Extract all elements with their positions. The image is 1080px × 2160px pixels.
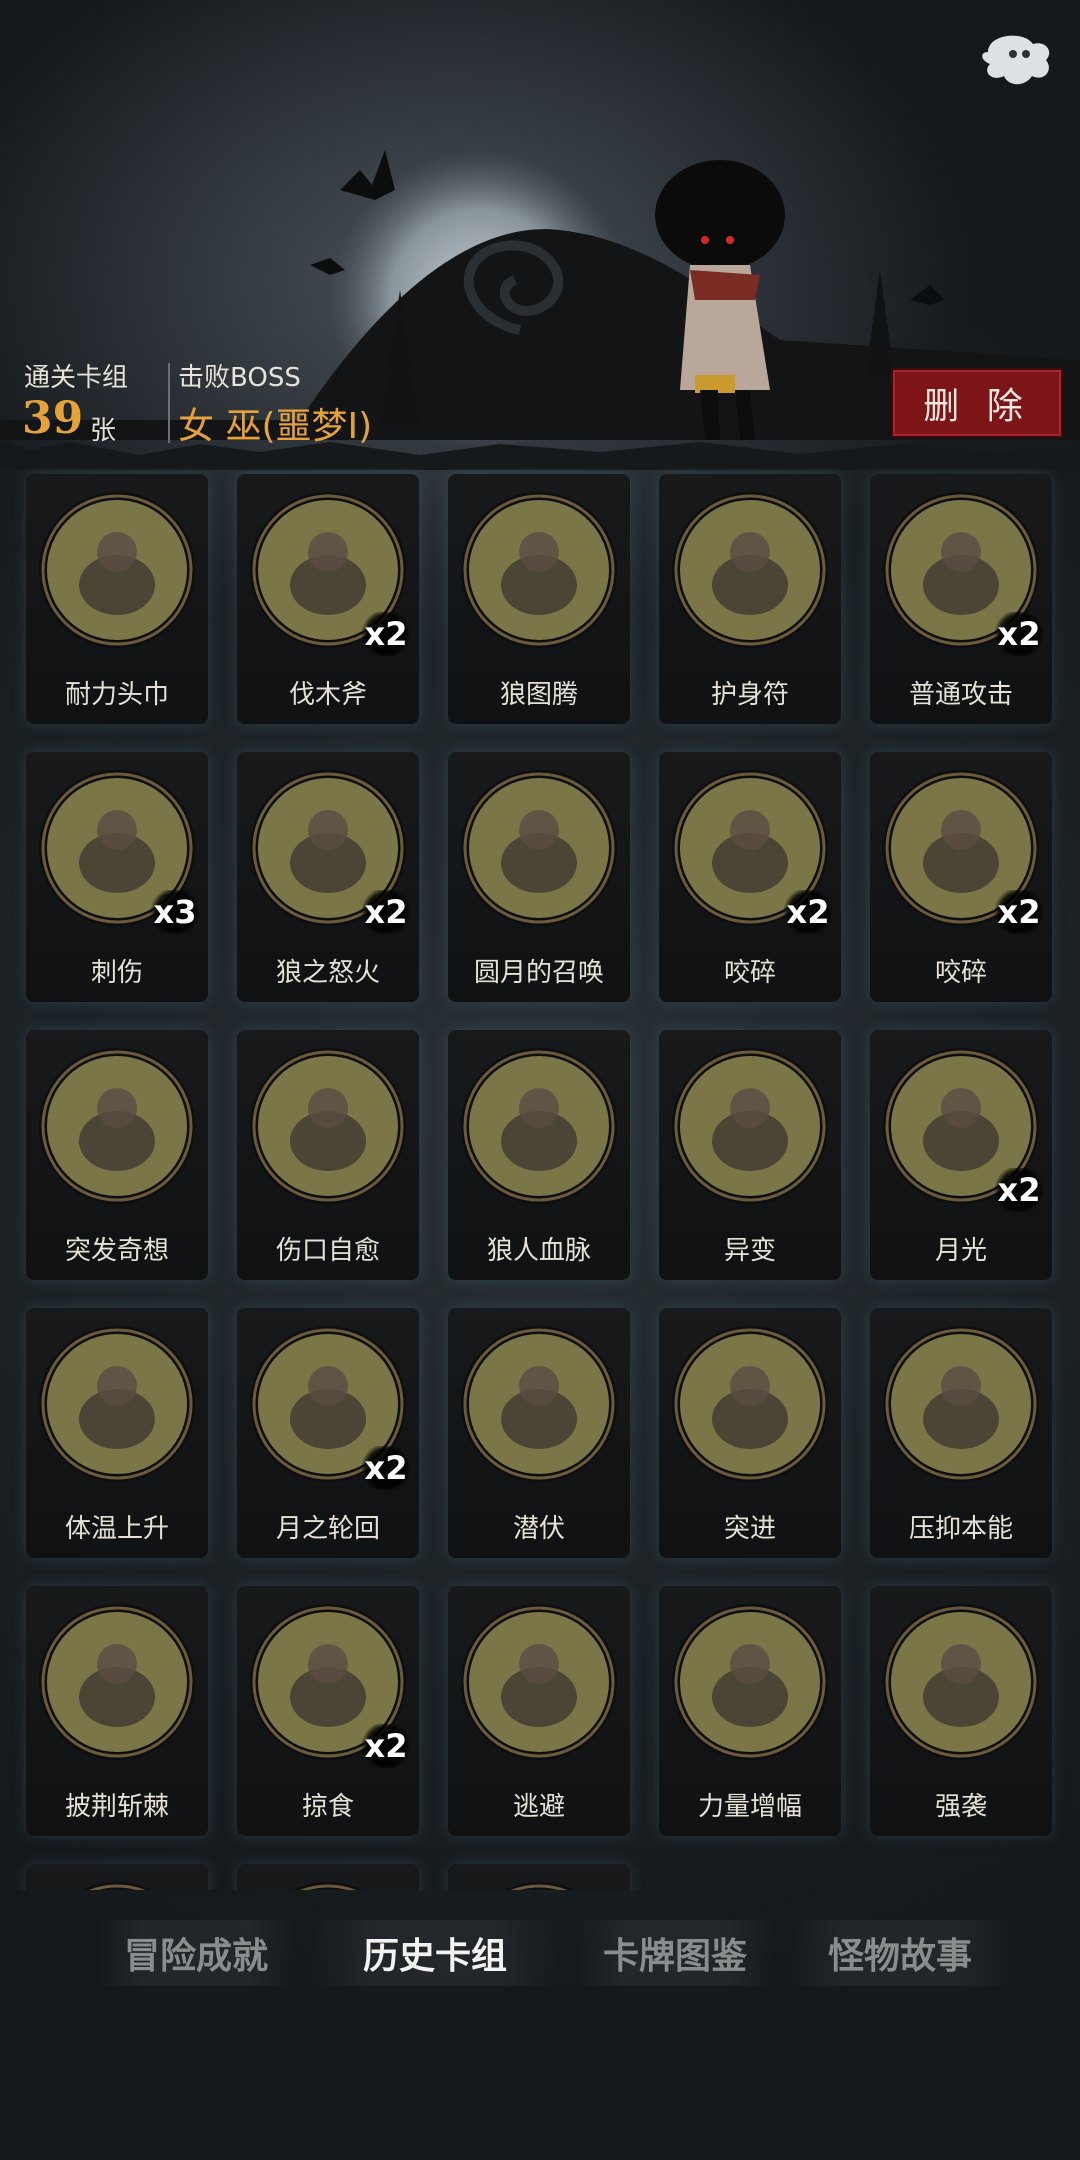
mutation-icon (672, 1048, 828, 1204)
cards-unit: 张 (90, 416, 117, 446)
card-name: 伐木斧 (288, 680, 367, 710)
card-name: 刺伤 (90, 958, 143, 988)
card-count-badge: x2 (359, 1724, 413, 1768)
ghost-settings-icon[interactable] (968, 22, 1058, 102)
escape-bear-icon (461, 1604, 617, 1760)
card-19[interactable]: 突进 (659, 1308, 841, 1558)
hidden-card-icon (293, 1882, 363, 1890)
bandana-icon (39, 492, 195, 648)
card-name: 月光 (934, 1236, 987, 1266)
thorn-cleave-icon (39, 1604, 195, 1760)
card-count-badge: x2 (781, 890, 835, 934)
boss-label: 击败BOSS (178, 363, 301, 393)
card-name: 狼人血脉 (486, 1236, 591, 1266)
card-16[interactable]: 体温上升 (26, 1308, 208, 1558)
card-26[interactable] (26, 1864, 208, 1890)
card-name: 披荆斩棘 (64, 1792, 169, 1822)
card-name: 狼之怒火 (275, 958, 380, 988)
lurking-wolf-icon (461, 1326, 617, 1482)
divider (168, 363, 170, 443)
card-count-badge: x2 (992, 1168, 1046, 1212)
card-count-badge: x2 (992, 612, 1046, 656)
card-3[interactable]: 狼图腾 (448, 474, 630, 724)
card-4[interactable]: 护身符 (659, 474, 841, 724)
card-name: 月之轮回 (275, 1514, 380, 1544)
bat (340, 150, 395, 200)
card-name: 伤口自愈 (275, 1236, 380, 1266)
assault-wolf-icon (883, 1604, 1039, 1760)
bottom-tab-bar: 冒险成就 历史卡组 卡牌图鉴 怪物故事 (0, 1920, 1080, 1990)
card-2[interactable]: 伐木斧 x2 (237, 474, 419, 724)
card-5[interactable]: 普通攻击 x2 (870, 474, 1052, 724)
card-17[interactable]: 月之轮回 x2 (237, 1308, 419, 1558)
card-23[interactable]: 逃避 (448, 1586, 630, 1836)
card-name: 潜伏 (512, 1514, 565, 1544)
card-name: 突进 (723, 1514, 776, 1544)
card-name: 逃避 (512, 1792, 565, 1822)
card-name: 圆月的召唤 (473, 958, 604, 988)
card-name: 咬碎 (934, 958, 987, 988)
hidden-card-icon (82, 1882, 152, 1890)
wolf-totem-icon (461, 492, 617, 648)
cards-count: 39 (22, 393, 84, 444)
tab-history-decks[interactable]: 历史卡组 (310, 1920, 560, 1986)
card-name: 力量增幅 (697, 1792, 802, 1822)
card-name: 普通攻击 (908, 680, 1013, 710)
boss-name: 女 巫(噩梦I) (178, 406, 373, 447)
tab-monster-stories[interactable]: 怪物故事 (790, 1920, 1010, 1986)
card-name: 突发奇想 (64, 1236, 169, 1266)
card-12[interactable]: 伤口自愈 (237, 1030, 419, 1280)
card-name: 异变 (723, 1236, 776, 1266)
idea-scientist-icon (39, 1048, 195, 1204)
card-name: 体温上升 (64, 1514, 169, 1544)
suppress-instinct-icon (883, 1326, 1039, 1482)
card-count-badge: x2 (359, 1446, 413, 1490)
amulet-icon (672, 492, 828, 648)
card-1[interactable]: 耐力头巾 (26, 474, 208, 724)
hidden-card-icon (504, 1882, 574, 1890)
card-name: 强袭 (934, 1792, 987, 1822)
cards-label: 通关卡组 (24, 363, 129, 393)
card-21[interactable]: 披荆斩棘 (26, 1586, 208, 1836)
card-9[interactable]: 咬碎 x2 (659, 752, 841, 1002)
card-14[interactable]: 异变 (659, 1030, 841, 1280)
card-7[interactable]: 狼之怒火 x2 (237, 752, 419, 1002)
card-20[interactable]: 压抑本能 (870, 1308, 1052, 1558)
card-count-badge: x3 (148, 890, 202, 934)
log-lift-icon (672, 1604, 828, 1760)
card-name: 咬碎 (723, 958, 776, 988)
deck-card-grid: 耐力头巾 伐木斧 x2 狼图腾 护身符 普通攻击 x2 刺伤 x3 狼之怒火 x2 圆月的召唤 咬碎 x2… (0, 468, 1080, 1890)
card-28[interactable] (448, 1864, 630, 1890)
card-11[interactable]: 突发奇想 (26, 1030, 208, 1280)
card-24[interactable]: 力量增幅 (659, 1586, 841, 1836)
full-moon-forest-icon (461, 770, 617, 926)
tab-card-codex[interactable]: 卡牌图鉴 (575, 1920, 775, 1986)
card-count-badge: x2 (992, 890, 1046, 934)
card-name: 狼图腾 (499, 680, 578, 710)
card-15[interactable]: 月光 x2 (870, 1030, 1052, 1280)
charge-wolf-icon (672, 1326, 828, 1482)
card-name: 护身符 (710, 680, 789, 710)
card-6[interactable]: 刺伤 x3 (26, 752, 208, 1002)
bat (910, 285, 945, 305)
card-13[interactable]: 狼人血脉 (448, 1030, 630, 1280)
tab-adventure-achievements[interactable]: 冒险成就 (96, 1920, 296, 1986)
self-heal-icon (250, 1048, 406, 1204)
werewolf-hand-icon (461, 1048, 617, 1204)
card-count-badge: x2 (359, 890, 413, 934)
fire-wolf-icon (39, 1326, 195, 1482)
card-22[interactable]: 掠食 x2 (237, 1586, 419, 1836)
card-name: 压抑本能 (908, 1514, 1013, 1544)
card-8[interactable]: 圆月的召唤 (448, 752, 630, 1002)
card-27[interactable] (237, 1864, 419, 1890)
card-18[interactable]: 潜伏 (448, 1308, 630, 1558)
card-name: 耐力头巾 (64, 680, 169, 710)
card-10[interactable]: 咬碎 x2 (870, 752, 1052, 1002)
card-count-badge: x2 (359, 612, 413, 656)
card-25[interactable]: 强袭 (870, 1586, 1052, 1836)
delete-button[interactable]: 删 除 (893, 370, 1061, 436)
card-name: 掠食 (301, 1792, 354, 1822)
